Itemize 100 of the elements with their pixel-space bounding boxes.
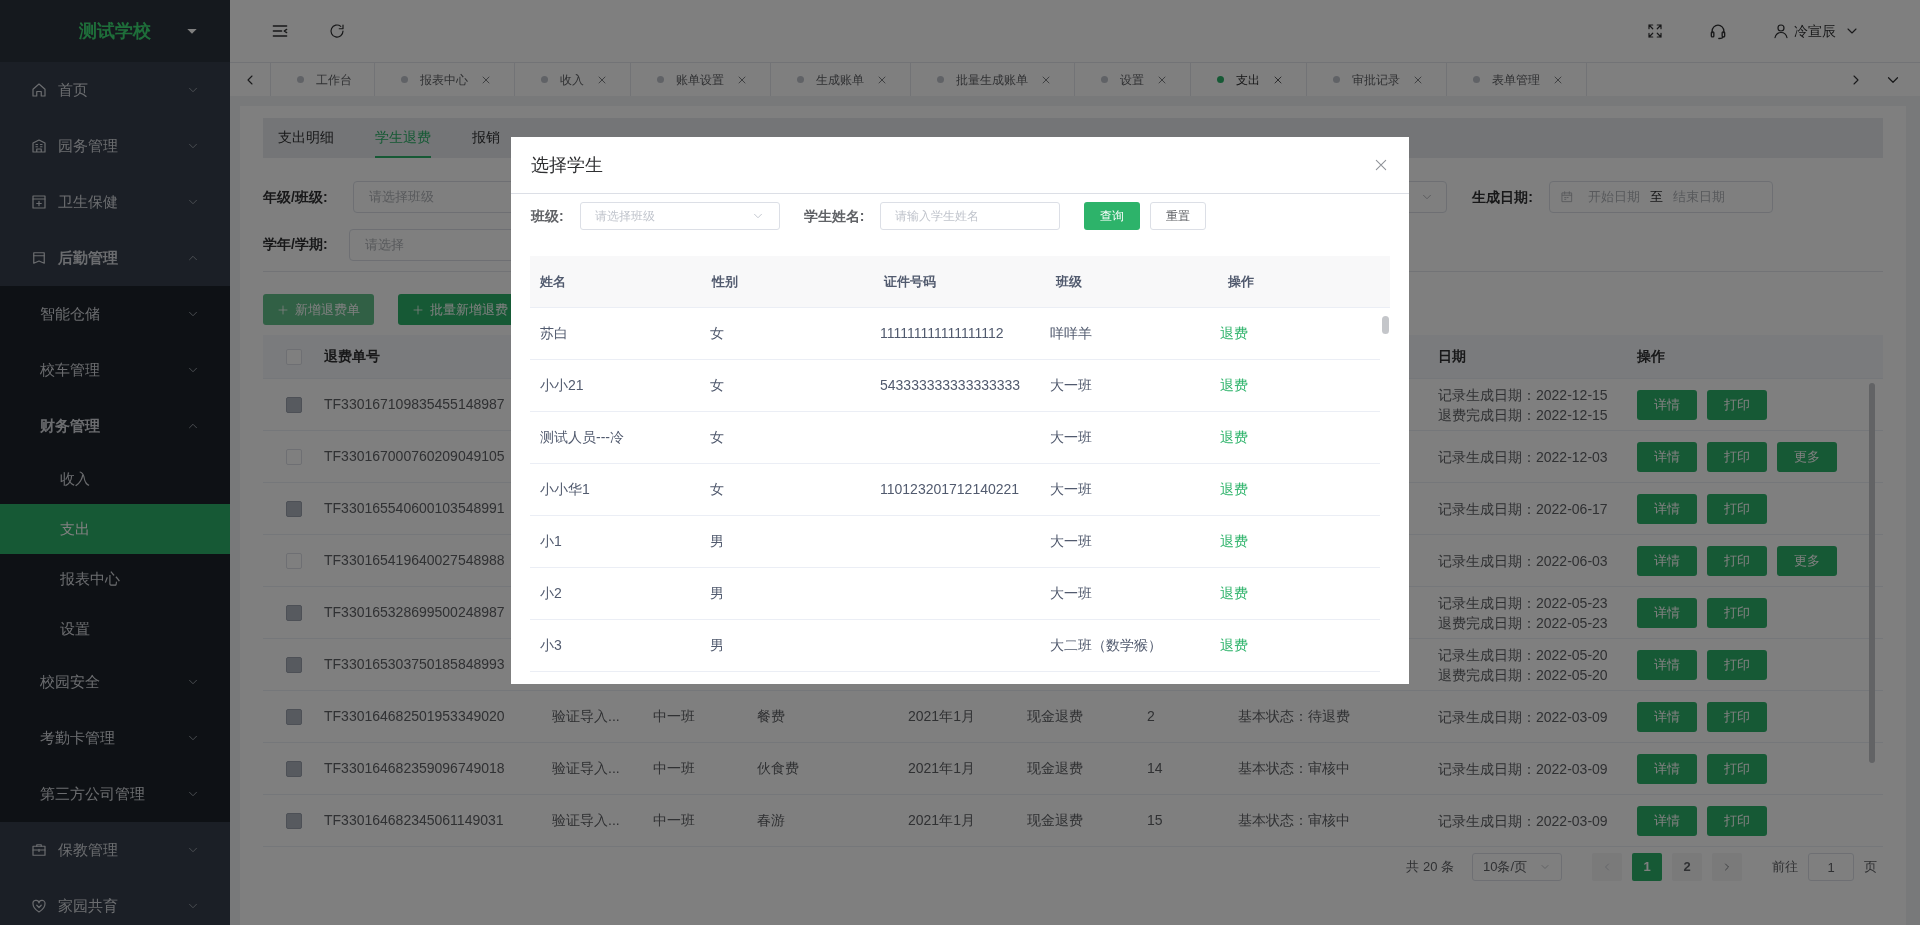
- refund-link[interactable]: 退费: [1220, 325, 1248, 341]
- page-input[interactable]: 1: [1808, 853, 1854, 881]
- table-cell-text: TF330165303750185848993: [324, 655, 506, 674]
- reset-button[interactable]: 重置: [1150, 202, 1207, 230]
- page-button[interactable]: 1: [1632, 853, 1662, 881]
- subtab[interactable]: 支出明细: [278, 118, 334, 158]
- refund-link[interactable]: 退费: [1220, 429, 1248, 445]
- date-text: 记录生成日期：2022-12-03: [1438, 447, 1609, 467]
- refund-link[interactable]: 退费: [1220, 585, 1248, 601]
- table-cell-text: 验证导入...: [552, 811, 621, 830]
- tab[interactable]: 表单管理: [1446, 63, 1586, 96]
- menu-item[interactable]: 校车管理: [0, 342, 230, 398]
- date-text: 记录生成日期：2022-06-17: [1438, 499, 1609, 519]
- menu-item[interactable]: 财务管理: [0, 398, 230, 454]
- table-cell-text: TF330167109835455148987: [324, 395, 506, 414]
- tab[interactable]: 工作台: [270, 63, 374, 96]
- table-cell-text: 2021年1月: [908, 811, 976, 830]
- page-button[interactable]: 2: [1672, 853, 1702, 881]
- close-icon[interactable]: [1373, 157, 1389, 173]
- user-menu[interactable]: 冷宣辰: [1772, 20, 1860, 42]
- table-cell-text: TF330164682345061149031: [324, 811, 505, 830]
- action-button[interactable]: 更多: [1777, 545, 1837, 576]
- menu-item[interactable]: 后勤管理: [0, 230, 230, 286]
- menu-item[interactable]: 园务管理: [0, 118, 230, 174]
- menu-item[interactable]: 支出: [0, 504, 230, 554]
- menu-item[interactable]: 第三方公司管理: [0, 766, 230, 822]
- menu-item[interactable]: 报表中心: [0, 554, 230, 604]
- refund-link[interactable]: 退费: [1220, 481, 1248, 497]
- refund-link[interactable]: 退费: [1220, 637, 1248, 653]
- name-input[interactable]: 请输入学生姓名: [880, 202, 1061, 230]
- table-cell-text: 女: [709, 324, 725, 343]
- menu-item[interactable]: 首页: [0, 62, 230, 118]
- action-button[interactable]: 更多: [1777, 441, 1837, 472]
- table-cell-text: 大一班: [1049, 480, 1093, 499]
- column-header: 姓名: [539, 272, 567, 291]
- action-button[interactable]: 详情: [1637, 441, 1697, 472]
- home-icon: [30, 81, 48, 99]
- table-cell-text: 男: [709, 584, 725, 603]
- table-cell-text: 基本状态：审核中: [1238, 759, 1351, 778]
- action-button[interactable]: 打印: [1707, 545, 1767, 576]
- refund-link[interactable]: 退费: [1220, 377, 1248, 393]
- table-cell-text: 男: [709, 532, 725, 551]
- date-text: 记录生成日期：2022-05-23: [1438, 593, 1609, 613]
- column-header: 性别: [710, 272, 739, 291]
- class-select[interactable]: 请选择班级: [579, 202, 780, 230]
- table-cell-text: 测试人员---冷: [539, 428, 625, 447]
- fullscreen-icon[interactable]: [1646, 22, 1664, 40]
- table-cell-text: 15: [1147, 811, 1164, 830]
- menu-item[interactable]: 校园安全: [0, 654, 230, 710]
- table-cell-text: 女: [709, 428, 725, 447]
- tab[interactable]: 设置: [1074, 63, 1190, 96]
- table-cell-text: 春游: [757, 811, 786, 830]
- date-text: 退费完成日期：2022-12-15: [1438, 405, 1609, 425]
- menu-item[interactable]: 收入: [0, 454, 230, 504]
- menu-item[interactable]: 考勤卡管理: [0, 710, 230, 766]
- subtab[interactable]: 报销: [472, 118, 500, 158]
- medical-box-icon: [30, 193, 48, 211]
- date-text: 记录生成日期：2022-06-03: [1438, 551, 1609, 571]
- menu-item[interactable]: 卫生保健: [0, 174, 230, 230]
- date-text: 退费完成日期：2022-05-20: [1438, 665, 1609, 685]
- refund-link[interactable]: 退费: [1220, 533, 1248, 549]
- table-cell-text: TF330167000760209049105: [324, 447, 506, 466]
- tab[interactable]: 账单设置: [630, 63, 770, 96]
- table-cell-text: 现金退费: [1027, 707, 1084, 726]
- goto-suffix: 页: [1864, 858, 1877, 877]
- table-cell-text: TF330165540600103548991: [324, 499, 506, 518]
- tab[interactable]: 生成账单: [770, 63, 910, 96]
- table-cell-text: 小1: [539, 532, 563, 551]
- page-size-select[interactable]: 10条/页: [1472, 853, 1562, 881]
- table-cell-text: 小小21: [539, 376, 585, 395]
- tab[interactable]: 审批记录: [1306, 63, 1446, 96]
- table-cell-text: 基本状态：待退费: [1238, 707, 1351, 726]
- menu-item[interactable]: 保教管理: [0, 822, 230, 878]
- table-cell-text: 110123201712140221: [879, 480, 1021, 499]
- menu-item[interactable]: 智能仓储: [0, 286, 230, 342]
- goto-label: 前往: [1772, 858, 1798, 877]
- field-label: 班级:: [531, 206, 564, 226]
- subtab[interactable]: 学生退费: [375, 118, 431, 158]
- menu-item[interactable]: 家园共育: [0, 878, 230, 925]
- table-cell-text: 餐费: [757, 707, 786, 726]
- table-cell-text: TF330165419640027548988: [324, 551, 506, 570]
- menu-item[interactable]: 设置: [0, 604, 230, 654]
- refresh-icon[interactable]: [328, 22, 346, 40]
- tab[interactable]: 收入: [514, 63, 630, 96]
- date-text: 记录生成日期：2022-03-09: [1438, 759, 1609, 779]
- plus-icon: [412, 303, 424, 316]
- add-button[interactable]: 新增退费单: [263, 294, 374, 325]
- scrollbar-thumb[interactable]: [1382, 316, 1389, 334]
- date-text: 记录生成日期：2022-05-20: [1438, 645, 1609, 665]
- tab[interactable]: 报表中心: [374, 63, 514, 96]
- bookmark-icon: [30, 249, 48, 267]
- action-button[interactable]: 打印: [1707, 441, 1767, 472]
- table-cell-text: 基本状态：审核中: [1238, 811, 1351, 830]
- search-button[interactable]: 查询: [1084, 202, 1141, 230]
- action-button[interactable]: 详情: [1637, 545, 1697, 576]
- tab[interactable]: 批量生成账单: [910, 63, 1074, 96]
- field-label: 学年/学期:: [263, 235, 329, 254]
- tab[interactable]: 支出: [1190, 63, 1306, 96]
- scrollbar-thumb[interactable]: [1869, 383, 1875, 763]
- table-cell-text: 大二班（数学猴）: [1049, 636, 1163, 655]
